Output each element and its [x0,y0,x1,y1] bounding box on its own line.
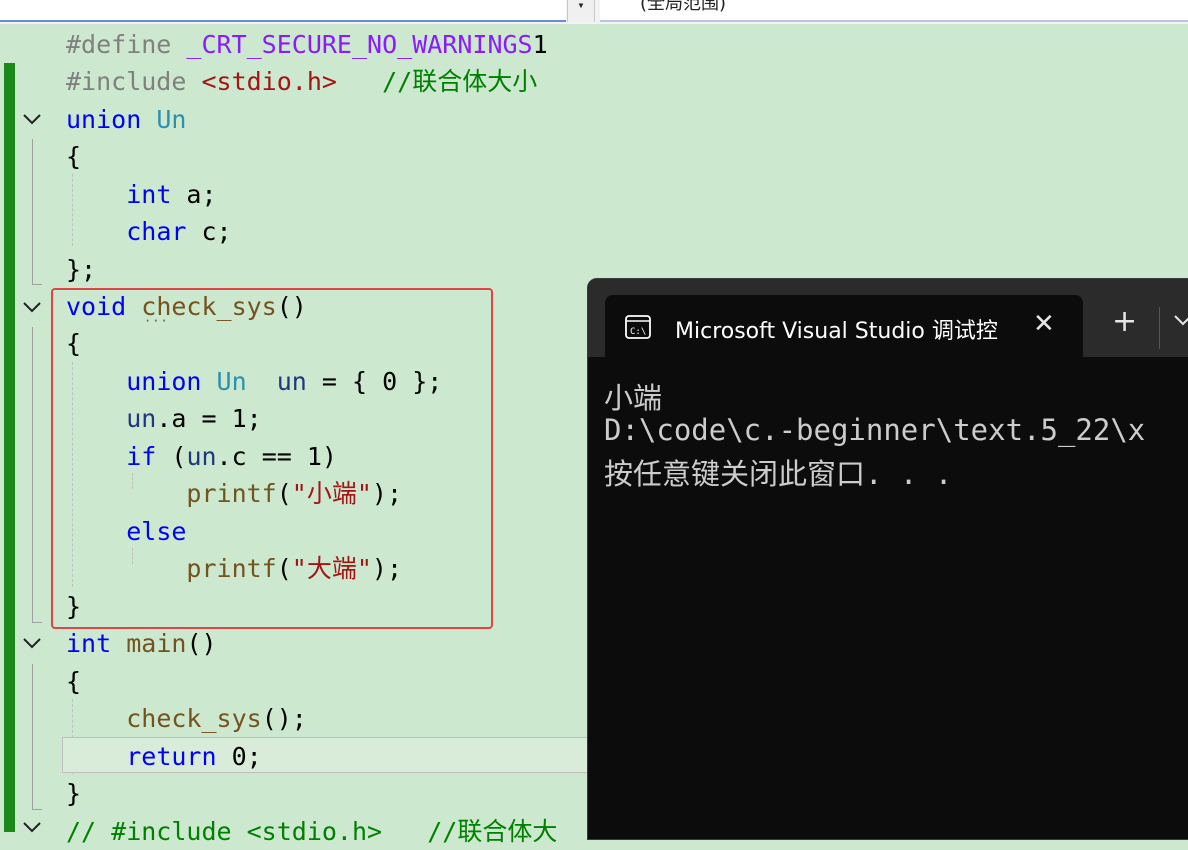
code-token: c; [186,217,232,246]
tab-separator [1159,307,1160,349]
code-token: 1 [532,30,548,59]
code-line[interactable]: char c; [66,213,232,250]
chevron-down-icon: ▾ [577,0,585,12]
code-token: 0; [216,742,262,771]
code-line[interactable]: }; [66,251,96,288]
console-output-line: 按任意键关闭此窗口. . . [604,457,953,491]
chevron-down-icon [23,822,41,833]
member-scope-combo[interactable]: (全局范围) [600,0,1188,22]
fold-guide [32,139,33,284]
code-line[interactable]: check_sys(); [66,700,307,737]
fold-toggle-main[interactable] [21,632,43,654]
fold-guide-end [32,622,42,623]
code-token: #include [66,67,202,96]
code-line[interactable]: union Un [66,101,186,138]
console-tab-title: Microsoft Visual Studio 调试控 [675,319,998,344]
code-token: //联合体大小 [382,67,538,96]
code-line[interactable]: { [66,663,81,700]
chevron-down-icon [23,114,41,125]
close-icon[interactable]: ✕ [1033,309,1055,339]
chevron-down-icon [23,302,41,313]
console-tab[interactable]: C:\ Microsoft Visual Studio 调试控 ✕ [605,295,1083,357]
code-line[interactable]: } [66,775,81,812]
code-token: Un [156,105,187,134]
code-line[interactable]: { [66,138,81,175]
change-indicator-bar [4,63,15,832]
code-token: int [126,180,172,209]
code-token: union [66,105,157,134]
fold-toggle-comment[interactable] [21,816,43,838]
code-token: { [66,142,82,171]
annotation-highlight-box [51,288,493,629]
code-token: _CRT_SECURE_NO_WARNINGS [186,30,533,59]
console-tab-bar: C:\ Microsoft Visual Studio 调试控 ✕ + [588,279,1188,357]
code-token: } [66,779,82,808]
code-line[interactable]: #define _CRT_SECURE_NO_WARNINGS1 [66,26,548,63]
console-output-line: D:\code\c.-beginner\text.5_22\x [604,413,1146,447]
chevron-down-icon [23,638,41,649]
code-token: () [186,629,217,658]
fold-guide-end [32,284,42,285]
type-scope-dropdown-button[interactable]: ▾ [567,0,595,22]
fold-guide [32,327,33,622]
scope-combo-value: (全局范围) [640,0,727,14]
terminal-icon: C:\ [625,315,651,339]
code-line[interactable]: #include <stdio.h> //联合体大小 [66,63,537,100]
code-line[interactable]: return 0; [66,738,262,775]
fold-guide [32,664,33,809]
fold-guide-end [32,809,42,810]
code-token: check_sys [126,704,262,733]
code-line[interactable]: int main() [66,625,217,662]
code-token: char [126,217,187,246]
fold-toggle-union[interactable] [21,108,43,130]
code-token: main [126,629,187,658]
code-token: a; [171,180,217,209]
chevron-down-icon[interactable] [1173,313,1188,329]
svg-text:C:\: C:\ [630,327,646,337]
navigation-bar: ▾ (全局范围) [0,0,1188,24]
code-token: }; [66,255,97,284]
type-scope-combo[interactable] [0,0,566,22]
code-token: (); [261,704,307,733]
code-token: #define [66,30,187,59]
code-token: <stdio.h> [201,67,337,96]
debug-console-window[interactable]: C:\ Microsoft Visual Studio 调试控 ✕ + 小端 D… [587,278,1188,840]
code-token: int [66,629,127,658]
code-token: { [66,667,82,696]
console-output-line: 小端 [604,381,663,415]
code-line[interactable]: int a; [66,176,217,213]
fold-toggle-check-sys[interactable] [21,296,43,318]
new-tab-button[interactable]: + [1112,307,1137,337]
code-token: return [126,742,217,771]
